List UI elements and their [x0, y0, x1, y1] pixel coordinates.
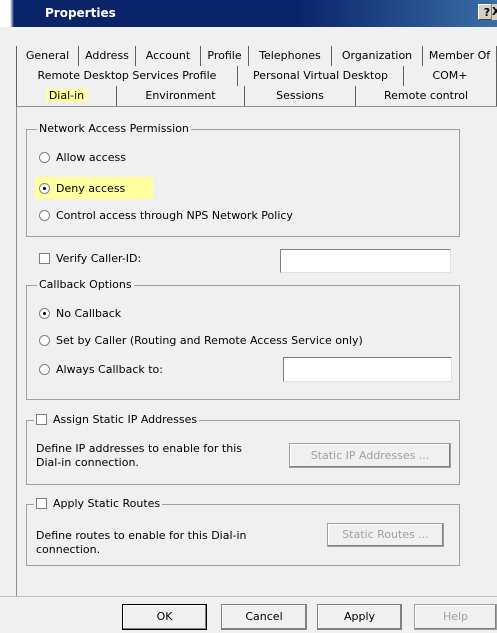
- set-by-caller-radio-icon: [39, 335, 50, 346]
- verify-caller-id-input[interactable]: [280, 249, 451, 273]
- ok-button[interactable]: OK: [122, 604, 207, 630]
- no-callback-radio[interactable]: No Callback: [39, 307, 121, 320]
- allow-access-radio[interactable]: Allow access: [39, 151, 126, 164]
- tab-dial-in-label: Dial-in: [45, 89, 88, 102]
- cancel-button[interactable]: Cancel: [221, 604, 307, 630]
- static-routes-check-icon: [36, 498, 47, 509]
- static-routes-button[interactable]: Static Routes ...: [327, 523, 444, 547]
- static-routes-label: Apply Static Routes: [53, 497, 161, 510]
- deny-access-radio-icon: [39, 182, 50, 194]
- tab-com-plus[interactable]: COM+: [404, 66, 497, 86]
- static-routes-checkbox[interactable]: Apply Static Routes: [34, 497, 163, 510]
- apply-button[interactable]: Apply: [317, 604, 402, 630]
- tab-row-1: General Address Account Profile Telephon…: [16, 46, 497, 66]
- callback-options-legend: Callback Options: [37, 278, 134, 291]
- tab-remote-control[interactable]: Remote control: [356, 86, 497, 106]
- no-callback-label: No Callback: [56, 307, 122, 320]
- tab-row-3: Dial-in Environment Sessions Remote cont…: [16, 86, 497, 106]
- static-ip-checkbox[interactable]: Assign Static IP Addresses: [34, 413, 200, 426]
- static-ip-addresses-button[interactable]: Static IP Addresses ...: [289, 443, 451, 468]
- static-routes-desc-line-2: connection.: [36, 543, 101, 556]
- deny-access-radio[interactable]: Deny access: [35, 177, 153, 199]
- bottom-separator: [0, 596, 497, 597]
- tab-dial-in[interactable]: Dial-in: [16, 86, 117, 106]
- verify-caller-id-check-icon: [39, 253, 50, 264]
- static-ip-check-icon: [36, 414, 47, 425]
- tab-account[interactable]: Account: [136, 46, 201, 66]
- verify-caller-id-checkbox[interactable]: Verify Caller-ID:: [39, 252, 141, 265]
- nps-policy-label: Control access through NPS Network Polic…: [56, 209, 293, 222]
- nps-policy-radio[interactable]: Control access through NPS Network Polic…: [39, 209, 293, 222]
- tab-general[interactable]: General: [16, 46, 79, 66]
- set-by-caller-label: Set by Caller (Routing and Remote Access…: [56, 334, 363, 347]
- set-by-caller-radio[interactable]: Set by Caller (Routing and Remote Access…: [39, 334, 363, 347]
- title-bar[interactable]: Properties ? X: [0, 0, 497, 27]
- always-callback-radio-icon: [39, 364, 50, 375]
- allow-access-radio-icon: [39, 152, 50, 163]
- static-routes-desc-line-1: Define routes to enable for this Dial-in: [36, 529, 247, 542]
- tab-member-of[interactable]: Member Of: [423, 46, 497, 66]
- no-callback-radio-icon: [39, 308, 50, 319]
- tab-address[interactable]: Address: [79, 46, 136, 66]
- static-ip-desc-line-1: Define IP addresses to enable for this: [36, 442, 243, 455]
- tab-telephones[interactable]: Telephones: [249, 46, 332, 66]
- deny-access-label: Deny access: [56, 181, 126, 195]
- tab-environment[interactable]: Environment: [117, 86, 245, 106]
- tab-remote-desktop-services-profile[interactable]: Remote Desktop Services Profile: [16, 66, 238, 86]
- network-access-legend: Network Access Permission: [37, 122, 191, 135]
- always-callback-radio[interactable]: Always Callback to:: [39, 363, 163, 376]
- tab-profile[interactable]: Profile: [201, 46, 249, 66]
- tab-personal-virtual-desktop[interactable]: Personal Virtual Desktop: [238, 66, 404, 86]
- tab-row-2: Remote Desktop Services Profile Personal…: [16, 66, 497, 86]
- always-callback-input[interactable]: [283, 357, 452, 382]
- static-ip-label: Assign Static IP Addresses: [53, 413, 198, 426]
- always-callback-label: Always Callback to:: [56, 363, 163, 376]
- properties-window: Properties ? X General Address Account P…: [0, 0, 497, 633]
- tab-sessions[interactable]: Sessions: [245, 86, 356, 106]
- window-title: Properties: [45, 6, 116, 20]
- help-button[interactable]: Help: [414, 604, 497, 630]
- static-routes-description: Define routes to enable for this Dial-in…: [36, 529, 247, 557]
- static-ip-desc-line-2: Dial-in connection.: [36, 456, 139, 469]
- nps-policy-radio-icon: [39, 210, 50, 221]
- verify-caller-id-label: Verify Caller-ID:: [56, 252, 142, 265]
- static-ip-description: Define IP addresses to enable for this D…: [36, 442, 242, 470]
- tab-organization[interactable]: Organization: [332, 46, 423, 66]
- close-icon[interactable]: X: [491, 4, 497, 20]
- allow-access-label: Allow access: [56, 151, 126, 164]
